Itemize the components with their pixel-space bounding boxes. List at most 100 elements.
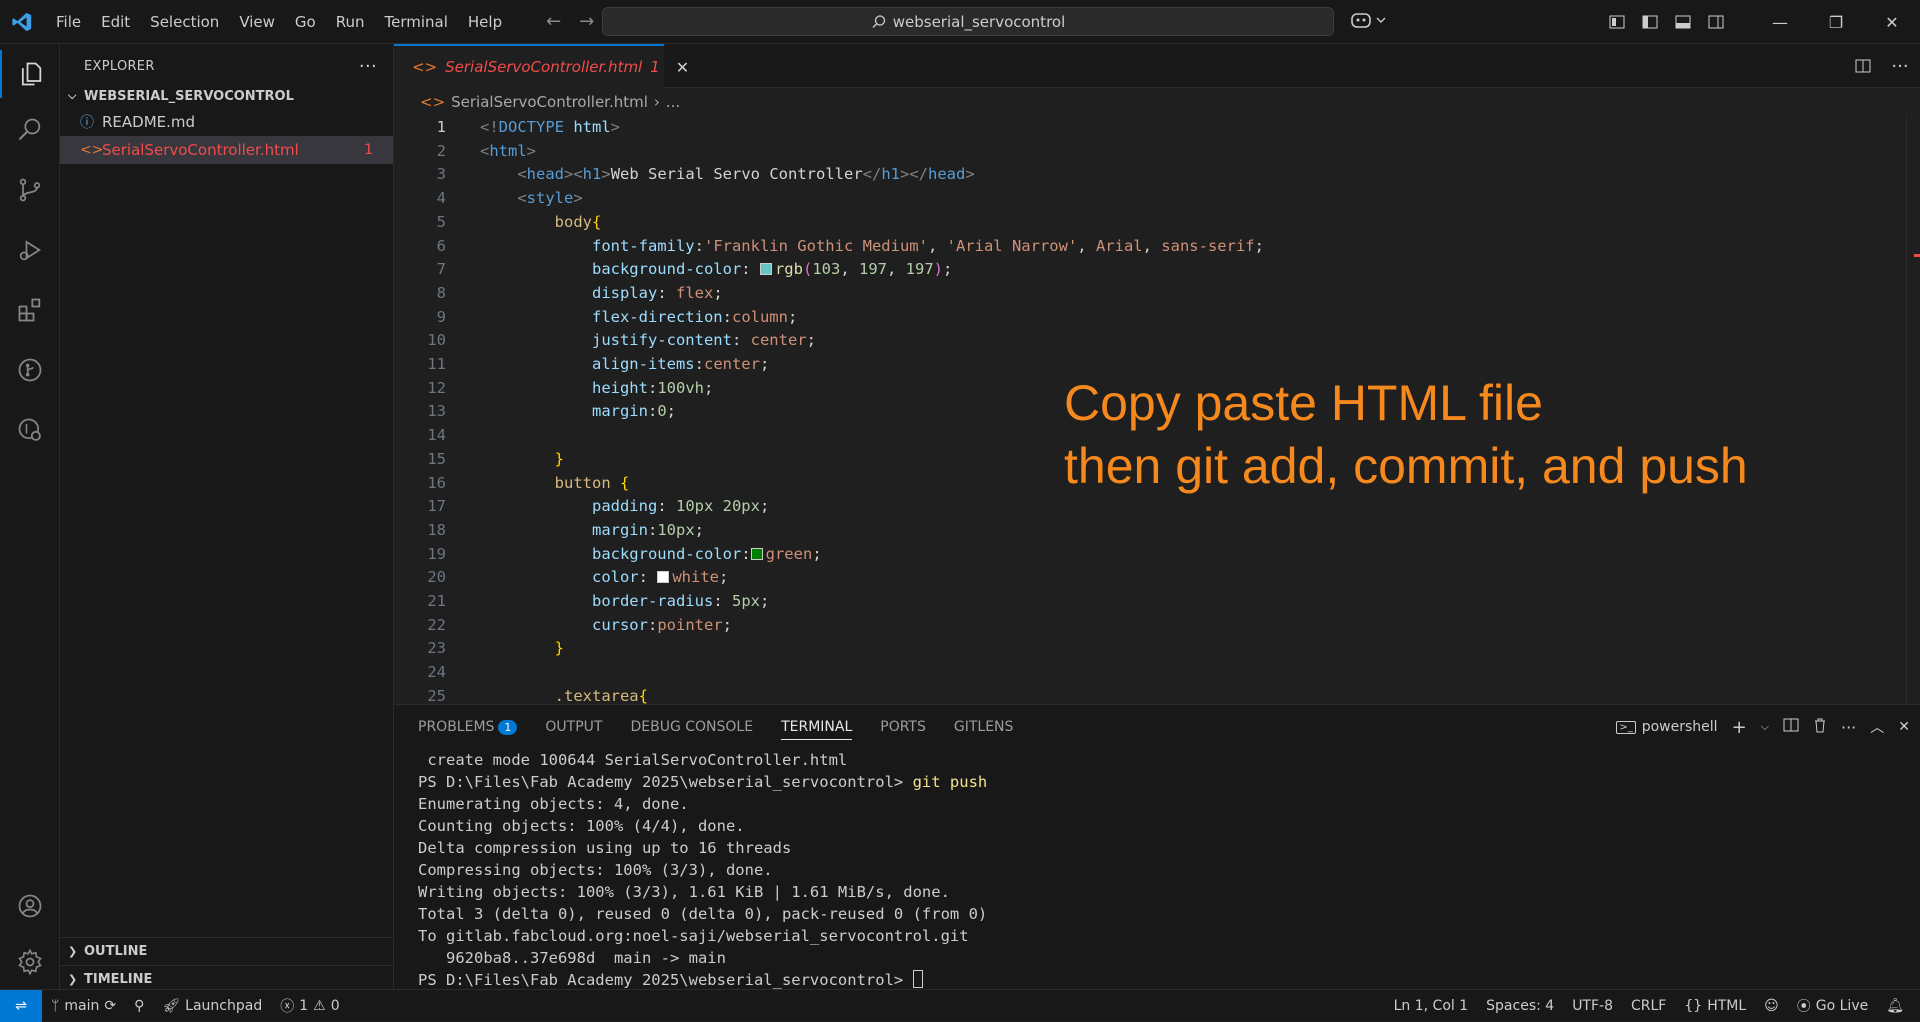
customize-layout-icon[interactable]	[1600, 0, 1633, 44]
more-actions-icon[interactable]: ···	[1841, 718, 1856, 737]
status-bar: ⇌ ᛘ main ⟳ ⚲ 🚀︎ Launchpad ⓧ 1 ⚠ 0 Ln 1, …	[0, 989, 1920, 1022]
go-live-button[interactable]: ⦿ Go Live	[1788, 996, 1877, 1016]
color-swatch[interactable]	[750, 547, 763, 560]
breadcrumb-separator-icon: ›	[653, 93, 660, 111]
settings-gear-icon[interactable]	[0, 938, 60, 986]
cursor-position[interactable]: Ln 1, Col 1	[1385, 998, 1478, 1014]
terminal-shell-selector[interactable]: >_ powershell	[1616, 719, 1718, 735]
terminal-output[interactable]: create mode 100644 SerialServoController…	[418, 749, 987, 991]
color-swatch[interactable]	[657, 571, 670, 584]
extensions-icon[interactable]	[0, 286, 60, 334]
line-ending[interactable]: CRLF	[1622, 998, 1675, 1014]
remote-icon[interactable]: ⇌	[0, 989, 42, 1022]
tab-debug-console[interactable]: DEBUG CONSOLE	[630, 719, 753, 735]
file-name: SerialServoController.html	[102, 141, 299, 159]
code-line: 9 flex-direction:column;	[436, 307, 798, 326]
annotation-line1: Copy paste HTML file	[1064, 375, 1543, 431]
indentation[interactable]: Spaces: 4	[1477, 998, 1563, 1014]
html-icon: <>	[420, 93, 446, 111]
more-actions-icon[interactable]: ···	[1880, 56, 1920, 77]
minimize-icon[interactable]: —	[1752, 0, 1808, 44]
restore-icon[interactable]: ❐	[1808, 0, 1864, 44]
explorer-header: EXPLORER ···	[60, 44, 393, 88]
tab-label: SerialServoController.html	[445, 58, 643, 76]
menu-terminal[interactable]: Terminal	[375, 13, 458, 31]
menu-run[interactable]: Run	[326, 13, 375, 31]
more-actions-icon[interactable]: ···	[359, 56, 377, 77]
color-swatch[interactable]	[759, 263, 772, 276]
menu-selection[interactable]: Selection	[140, 13, 229, 31]
forward-arrow-icon[interactable]: →	[579, 11, 594, 32]
toggle-panel-icon[interactable]	[1666, 0, 1699, 44]
back-arrow-icon[interactable]: ←	[546, 11, 561, 32]
branch-indicator[interactable]: ᛘ main ⟳	[42, 998, 125, 1014]
sync-icon[interactable]: ⟳	[104, 998, 116, 1014]
close-window-icon[interactable]: ✕	[1864, 0, 1920, 44]
scrollbar[interactable]	[1906, 116, 1920, 704]
split-editor-icon[interactable]	[1846, 58, 1880, 74]
code-line: 3 <head><h1>Web Serial Servo Controller<…	[436, 165, 975, 184]
terminal-line: PS D:\Files\Fab Academy 2025\webserial_s…	[418, 773, 988, 791]
chevron-down-icon[interactable]: ⌵	[1761, 720, 1769, 734]
run-debug-icon[interactable]	[0, 226, 60, 274]
notifications-bell-icon[interactable]: 🔔︎	[1877, 998, 1920, 1014]
menu-go[interactable]: Go	[285, 13, 326, 31]
breadcrumb-file[interactable]: SerialServoController.html	[451, 93, 648, 111]
gitlens-inspect-icon[interactable]	[0, 406, 60, 454]
source-control-icon[interactable]	[0, 166, 60, 214]
code-line: 6 font-family:'Franklin Gothic Medium', …	[436, 236, 1264, 255]
nav-arrows: ← →	[546, 11, 594, 32]
new-terminal-icon[interactable]: +	[1732, 717, 1747, 738]
copilot-icon[interactable]	[1350, 8, 1388, 36]
bottom-panel: PROBLEMS 1 OUTPUT DEBUG CONSOLE TERMINAL …	[394, 704, 1920, 989]
folder-header[interactable]: ⌵ WEBSERIAL_SERVOCONTROL	[60, 84, 393, 108]
launchpad-button[interactable]: 🚀︎ Launchpad	[153, 998, 271, 1014]
accounts-icon[interactable]	[0, 882, 60, 930]
tab-gitlens[interactable]: GITLENS	[954, 719, 1014, 735]
launchpad-label: Launchpad	[185, 997, 263, 1014]
close-panel-icon[interactable]: ✕	[1898, 719, 1910, 735]
encoding[interactable]: UTF-8	[1563, 998, 1622, 1014]
problems-indicator[interactable]: ⓧ 1 ⚠ 0	[271, 996, 348, 1016]
file-item-readme[interactable]: ⓘ README.md	[60, 108, 393, 136]
toggle-primary-sidebar-icon[interactable]	[1633, 0, 1666, 44]
language-mode[interactable]: {} HTML	[1675, 998, 1755, 1014]
terminal-line: Compressing objects: 100% (3/3), done.	[418, 861, 773, 879]
trash-icon[interactable]	[1813, 717, 1827, 737]
menu-edit[interactable]: Edit	[91, 13, 140, 31]
explorer-title: EXPLORER	[84, 58, 155, 74]
file-item-serialservocontroller[interactable]: <> SerialServoController.html 1	[60, 136, 393, 164]
warning-count: 0	[330, 997, 340, 1014]
maximize-panel-icon[interactable]: ︿	[1870, 717, 1884, 737]
timeline-label: TIMELINE	[84, 972, 153, 987]
code-line: 7 background-color: rgb(103, 197, 197);	[436, 260, 953, 279]
code-line: 24	[427, 663, 446, 682]
rocket-icon: 🚀︎	[162, 997, 181, 1014]
tab-terminal[interactable]: TERMINAL	[781, 719, 853, 740]
language-label: HTML	[1707, 997, 1747, 1014]
tab-problems[interactable]: PROBLEMS 1	[418, 719, 518, 735]
command-center-search[interactable]: webserial_servocontrol	[602, 7, 1334, 36]
tab-serialservocontroller[interactable]: <> SerialServoController.html 1 ✕	[394, 44, 689, 88]
terminal-cursor	[912, 970, 923, 988]
outline-section[interactable]: ❯ OUTLINE	[60, 937, 394, 965]
tab-ports[interactable]: PORTS	[880, 719, 926, 735]
explorer-icon[interactable]	[0, 50, 60, 98]
close-tab-icon[interactable]: ✕	[676, 58, 689, 77]
error-count: 1	[299, 997, 309, 1014]
warning-icon: ⚠	[313, 997, 326, 1014]
menu-help[interactable]: Help	[458, 13, 512, 31]
tab-output[interactable]: OUTPUT	[545, 719, 602, 735]
copilot-status-icon[interactable]: ☺	[1755, 998, 1788, 1014]
search-sidebar-icon[interactable]	[0, 106, 60, 154]
menu-view[interactable]: View	[229, 13, 285, 31]
gitlens-icon[interactable]	[0, 346, 60, 394]
terminal-command: git push	[912, 773, 988, 791]
toggle-secondary-sidebar-icon[interactable]	[1699, 0, 1732, 44]
split-terminal-icon[interactable]	[1783, 717, 1799, 737]
code-line: 18 margin:10px;	[427, 520, 704, 539]
terminal-line: Counting objects: 100% (4/4), done.	[418, 817, 745, 835]
gitlens-status-icon[interactable]: ⚲	[125, 998, 153, 1014]
menu-file[interactable]: File	[46, 13, 91, 31]
breadcrumb-more[interactable]: ...	[666, 93, 680, 111]
